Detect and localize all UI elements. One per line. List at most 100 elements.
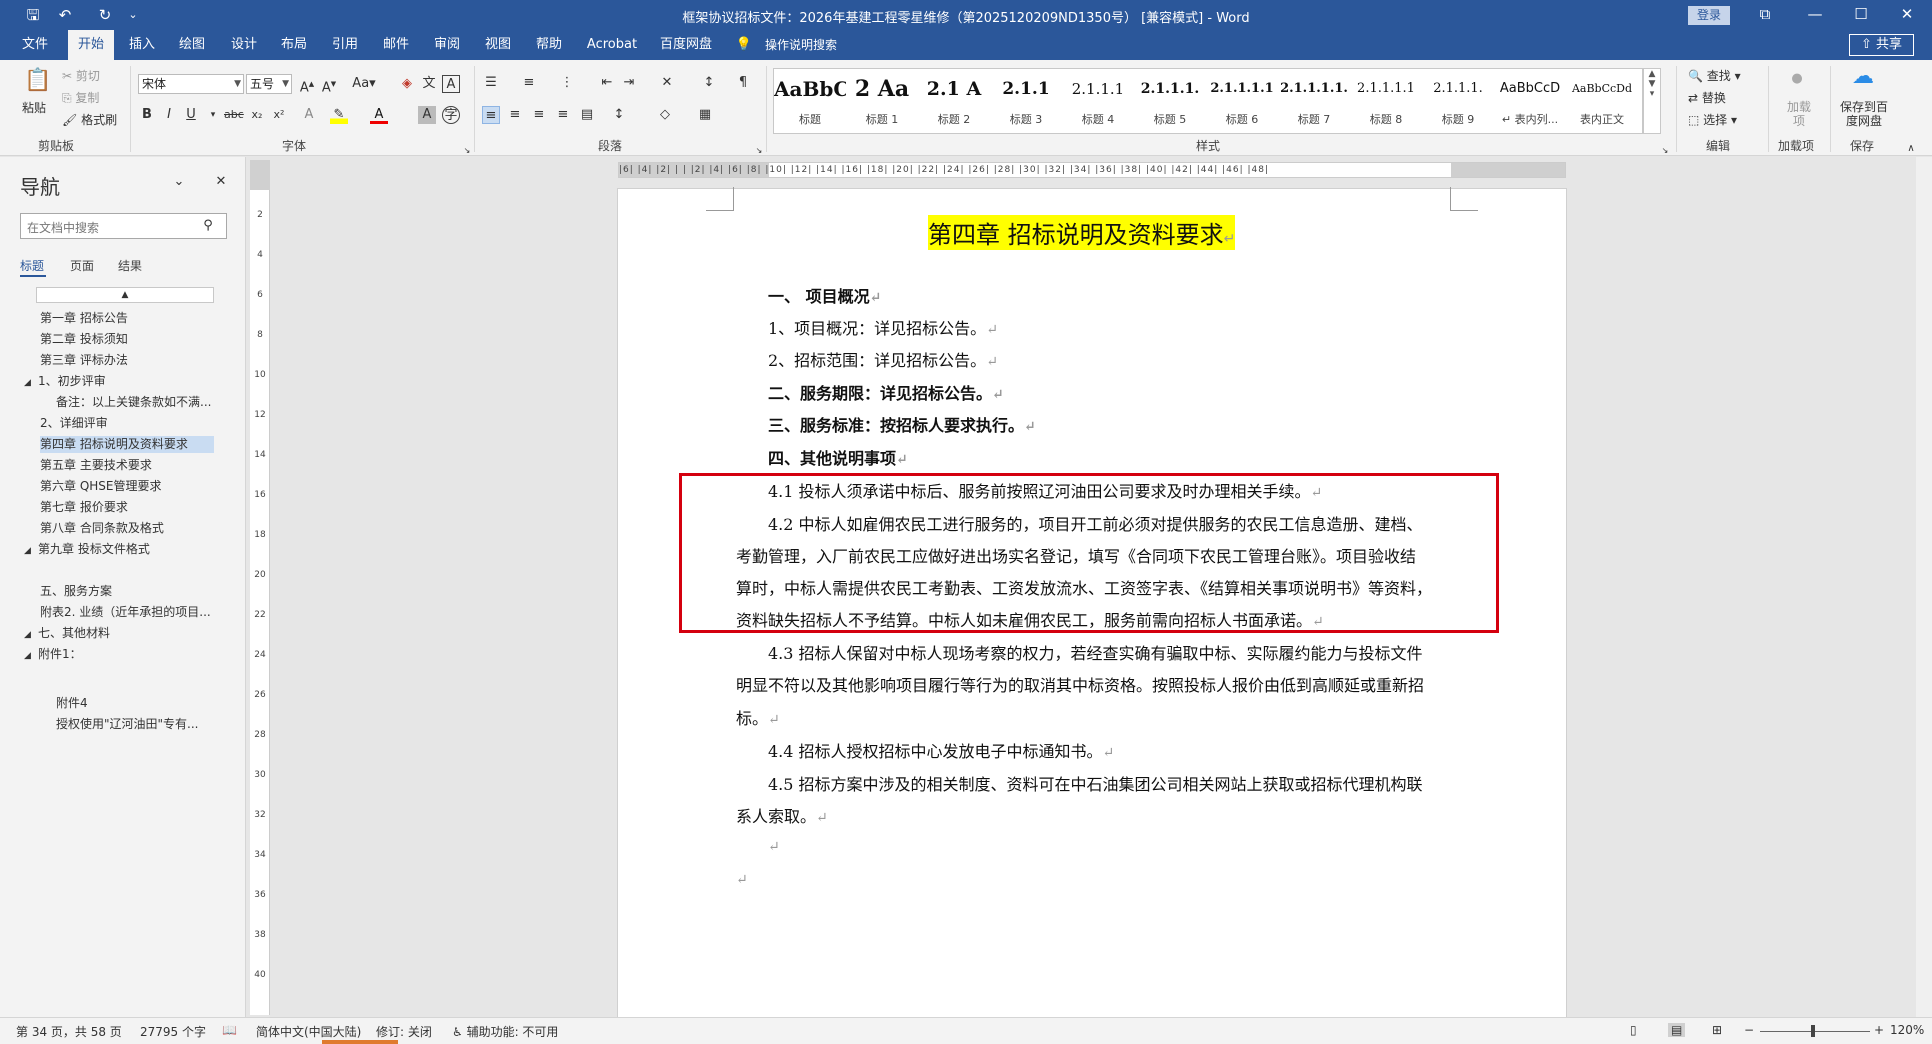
document-paragraph[interactable]: 1、项目概况：详见招标公告。↵ [768,315,998,339]
tab-view[interactable]: 视图 [476,30,520,60]
read-mode-icon[interactable]: ▯ [1630,1023,1637,1037]
line-spacing-icon[interactable]: ↕ [610,106,628,124]
ribbon-display-options-icon[interactable]: ⧉ [1742,0,1788,30]
expand-triangle-icon[interactable]: ◢ [24,627,38,642]
nav-heading-item[interactable]: 第五章 主要技术要求 [40,457,214,474]
tab-acrobat[interactable]: Acrobat [580,30,644,60]
style-item[interactable]: 2.1.1.1.1 标题 6 [1206,69,1278,133]
character-border-icon[interactable]: A [442,75,460,93]
multilevel-list-icon[interactable]: ⋮ [558,74,576,92]
nav-heading-item[interactable] [40,667,214,684]
undo-icon[interactable]: ↶ [54,5,76,25]
document-paragraph[interactable]: ↵ [768,836,780,855]
nav-heading-item[interactable]: 附表2. 业绩（近年承担的项目... [40,604,214,621]
web-layout-icon[interactable]: ⊞ [1712,1023,1722,1037]
vertical-scrollbar[interactable] [1916,157,1932,1017]
zoom-in-icon[interactable]: + [1874,1023,1884,1037]
strikethrough-icon[interactable]: abc [224,106,244,124]
addins-button[interactable]: 加载项 [1786,100,1812,128]
zoom-slider[interactable] [1760,1031,1870,1032]
login-button[interactable]: 登录 [1688,6,1730,25]
nav-tab-headings[interactable]: 标题 [20,257,44,274]
close-icon[interactable]: ✕ [1884,0,1930,30]
style-item[interactable]: 2.1.1.1.1 标题 8 [1350,69,1422,133]
style-item[interactable]: AaBbCcD ↵ 表内列... [1494,69,1566,133]
addins-icon[interactable]: ● [1788,70,1806,88]
document-paragraph[interactable]: 4.4 招标人授权招标中心发放电子中标通知书。↵ [768,738,1114,762]
text-effects-icon[interactable]: A [300,106,318,124]
decrease-indent-icon[interactable]: ⇤ [598,74,616,92]
tab-review[interactable]: 审阅 [425,30,469,60]
expand-triangle-icon[interactable]: ◢ [24,375,38,390]
nav-heading-item[interactable]: 附件4 [56,695,214,712]
tab-mailings[interactable]: 邮件 [374,30,418,60]
horizontal-ruler[interactable]: |6| |4| |2| | | |2| |4| |6| |8| |10| |12… [618,162,1566,178]
document-paragraph[interactable]: 4.5 招标方案中涉及的相关制度、资料可在中石油集团公司相关网站上获取或招标代理… [768,771,1423,795]
numbering-icon[interactable]: ≡ [520,74,538,92]
highlight-icon[interactable]: ✎ [330,106,348,124]
document-paragraph[interactable]: 二、服务期限：详见招标公告。↵ [768,380,1004,404]
align-center-icon[interactable]: ≡ [506,106,524,124]
style-item[interactable]: 2.1.1 标题 3 [990,69,1062,133]
nav-heading-item[interactable]: 第七章 报价要求 [40,499,214,516]
show-marks-icon[interactable]: ¶ [734,74,752,92]
justify-icon[interactable]: ≡ [554,106,572,124]
customize-quick-access-icon[interactable]: ⌄ [122,5,144,25]
subscript-icon[interactable]: x₂ [248,106,266,124]
format-painter-button[interactable]: 🖌 格式刷 [62,112,117,128]
nav-heading-item[interactable]: ◢ 1、初步评审 [24,373,214,390]
zoom-level[interactable]: 120% [1890,1023,1924,1037]
style-item[interactable]: 2 Aa 标题 1 [846,69,918,133]
nav-heading-item[interactable]: 第二章 投标须知 [40,331,214,348]
tab-design[interactable]: 设计 [222,30,266,60]
word-count[interactable]: 27795 个字 [140,1023,206,1040]
maximize-icon[interactable]: ☐ [1838,0,1884,30]
vertical-ruler[interactable]: 2 4 6 8 10 12 14 16 18 20 22 24 26 28 30 32 34 36 38 40 [250,160,270,1015]
document-paragraph[interactable]: 4.3 招标人保留对中标人现场考察的权力，若经查实确有骗取中标、实际履约能力与投… [768,640,1423,664]
sort-icon[interactable]: ↕ [700,74,718,92]
document-paragraph[interactable]: 明显不符以及其他影响项目履行等行为的取消其中标资格。按照投标人报价由低到高顺延或… [736,672,1424,696]
nav-close-icon[interactable]: ✕ [212,173,230,191]
nav-heading-item[interactable]: ◢ 附件1： [24,646,214,663]
proofing-icon[interactable]: 📖 [222,1023,237,1037]
document-paragraph[interactable]: 系人索取。↵ [736,803,828,827]
accessibility-status[interactable]: ♿ 辅助功能: 不可用 [452,1023,558,1040]
enclose-characters-icon[interactable]: 字 [442,106,460,124]
nav-tab-results[interactable]: 结果 [118,257,142,274]
nav-options-icon[interactable]: ⌄ [170,173,188,191]
nav-heading-item[interactable]: 2、详细评审 [40,415,214,432]
nav-search-input[interactable]: 在文档中搜索 ⚲ [20,213,227,239]
bullets-icon[interactable]: ☰ [482,74,500,92]
underline-dropdown-icon[interactable]: ▾ [204,106,222,124]
nav-heading-item[interactable]: 第四章 招标说明及资料要求 [40,436,214,453]
style-item[interactable]: AaBbC 标题 [774,69,846,133]
expand-triangle-icon[interactable]: ◢ [24,543,38,558]
style-item[interactable]: 2.1.1.1. 标题 9 [1422,69,1494,133]
align-left-icon[interactable]: ≡ [482,106,500,124]
minimize-icon[interactable]: — [1792,0,1838,30]
grow-font-icon[interactable]: A▲ [298,75,316,95]
search-icon[interactable]: ⚲ [199,217,217,235]
shading-icon[interactable]: ◇ [656,106,674,124]
align-right-icon[interactable]: ≡ [530,106,548,124]
chapter-heading[interactable]: 第四章 招标说明及资料要求↵ [928,215,1236,250]
copy-button[interactable]: ⎘ 复制 [62,90,99,106]
share-button[interactable]: ⇧ 共享 [1849,34,1914,56]
collapse-ribbon-icon[interactable]: ∧ [1902,140,1920,158]
document-paragraph[interactable]: 三、服务标准：按招标人要求执行。↵ [768,412,1036,436]
styles-dialog-launcher-icon[interactable]: ↘ [1656,142,1674,160]
save-to-baidu-button[interactable]: 保存到百度网盘 [1836,100,1892,128]
tab-home[interactable]: 开始 [68,30,114,60]
nav-tab-pages[interactable]: 页面 [70,257,94,274]
tab-draw[interactable]: 绘图 [170,30,214,60]
distributed-icon[interactable]: ▤ [578,106,596,124]
underline-icon[interactable]: U [182,106,200,124]
nav-collapse-all-button[interactable]: ▲ [36,287,214,303]
zoom-out-icon[interactable]: − [1744,1023,1754,1037]
cut-button[interactable]: ✂ 剪切 [62,68,100,84]
tab-layout[interactable]: 布局 [272,30,316,60]
paste-icon[interactable]: 📋 [24,68,51,94]
font-size-select[interactable]: 五号 ▼ [246,74,292,94]
nav-heading-item[interactable]: 五、服务方案 [40,583,214,600]
paste-button[interactable]: 粘贴 [22,100,46,116]
